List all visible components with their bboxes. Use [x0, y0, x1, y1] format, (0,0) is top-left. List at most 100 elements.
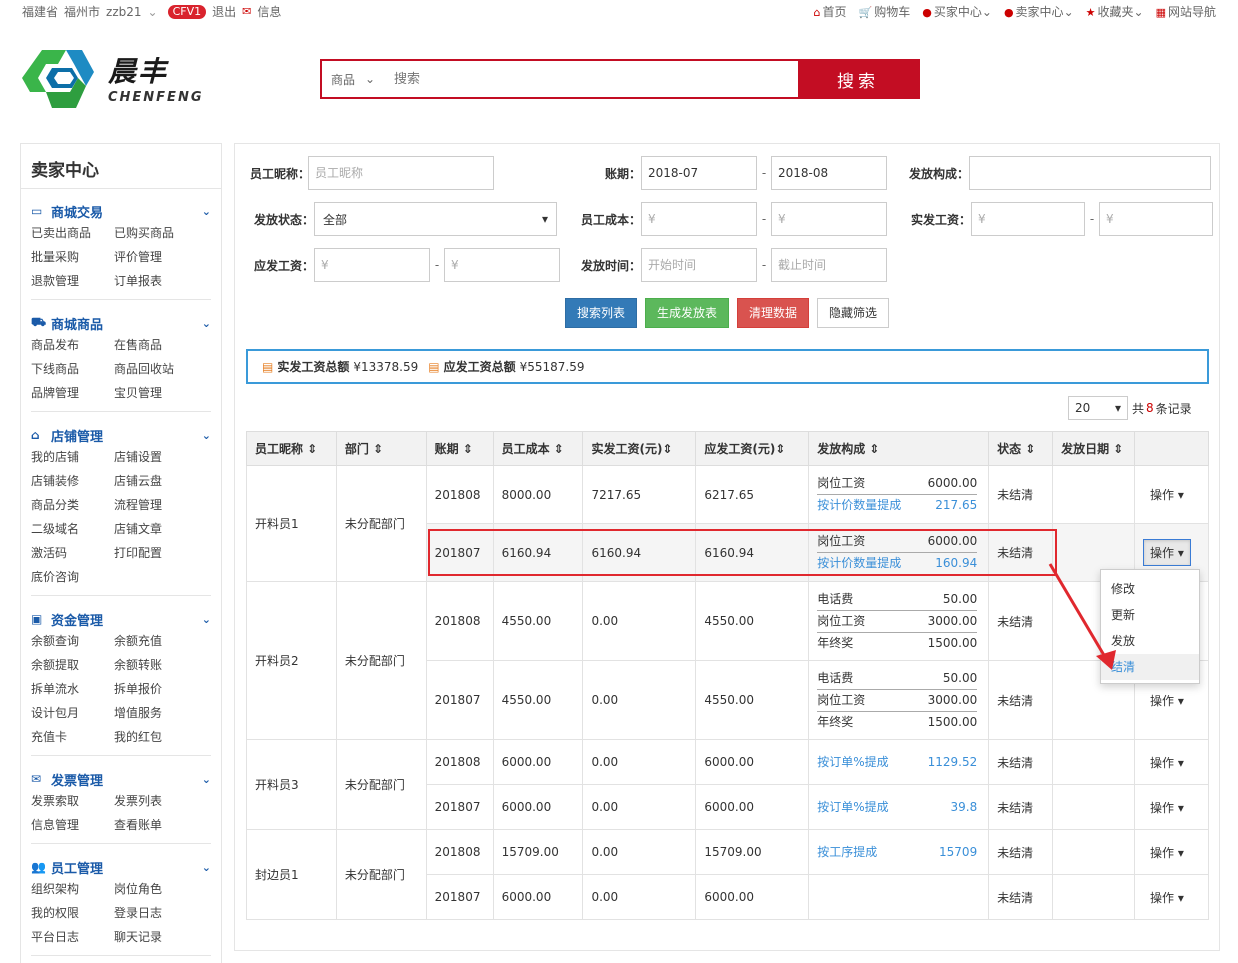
sidebar-item[interactable]: 宝贝管理: [114, 381, 197, 405]
sidebar-item[interactable]: 打印配置: [114, 541, 197, 565]
sort-icon: ⇕: [1025, 442, 1036, 456]
top-link-favorites[interactable]: ★ 收藏夹⌄: [1086, 3, 1144, 20]
col-header-actual[interactable]: 实发工资(元)⇕: [582, 431, 697, 466]
period-from-input[interactable]: [641, 156, 757, 190]
cost-min-input[interactable]: [641, 202, 757, 236]
col-header-dept[interactable]: 部门 ⇕: [335, 431, 427, 466]
col-header-payable[interactable]: 应发工资(元)⇕: [695, 431, 810, 466]
top-link-home[interactable]: ⌂ 首页: [814, 3, 847, 20]
action-button[interactable]: 操作 ▾: [1143, 481, 1191, 508]
province[interactable]: 福建省: [22, 3, 58, 20]
action-button[interactable]: 操作 ▾: [1143, 794, 1191, 821]
sidebar-item[interactable]: 商品分类: [31, 493, 114, 517]
sidebar-item[interactable]: 拆单报价: [114, 677, 197, 701]
action-button[interactable]: 操作 ▾: [1143, 839, 1191, 866]
sidebar-item[interactable]: 充值卡: [31, 725, 114, 749]
sidebar-group-header[interactable]: ⛟ 商城商品 ⌄: [31, 313, 211, 333]
sidebar-item[interactable]: 店铺云盘: [114, 469, 197, 493]
sidebar-item[interactable]: 余额转账: [114, 653, 197, 677]
message-link[interactable]: 信息: [257, 3, 281, 20]
col-header-date[interactable]: 发放日期 ⇕: [1052, 431, 1135, 466]
sidebar-item[interactable]: 登录日志: [114, 901, 197, 925]
col-header-period[interactable]: 账期 ⇕: [425, 431, 494, 466]
sidebar-item[interactable]: 下线商品: [31, 357, 114, 381]
top-link-sitemap[interactable]: ▦ 网站导航: [1156, 3, 1216, 20]
search-list-button[interactable]: 搜索列表: [565, 298, 638, 328]
sidebar-item[interactable]: 店铺设置: [114, 445, 197, 469]
sidebar-item[interactable]: 订单报表: [114, 269, 197, 293]
actual-min-input[interactable]: [971, 202, 1085, 236]
sidebar-item[interactable]: 已购买商品: [114, 221, 197, 245]
chevron-down-icon[interactable]: ⌄: [148, 5, 158, 19]
sidebar-item[interactable]: 余额提取: [31, 653, 114, 677]
search-type-select[interactable]: 商品 ⌄: [322, 61, 394, 97]
sidebar-item[interactable]: 信息管理: [31, 813, 114, 837]
sidebar-item[interactable]: 批量采购: [31, 245, 114, 269]
sidebar-item[interactable]: 查看账单: [114, 813, 197, 837]
sidebar-item[interactable]: 发票索取: [31, 789, 114, 813]
clear-data-button[interactable]: 清理数据: [737, 298, 810, 328]
sidebar-group-header[interactable]: ✉ 发票管理 ⌄: [31, 769, 211, 789]
sidebar-item[interactable]: 增值服务: [114, 701, 197, 725]
username[interactable]: zzb21: [106, 5, 141, 19]
time-from-input[interactable]: [641, 248, 757, 282]
sidebar-group-header[interactable]: ▭ 商城交易 ⌄: [31, 201, 211, 221]
nickname-input[interactable]: [308, 156, 494, 190]
actual-max-input[interactable]: [1099, 202, 1213, 236]
sidebar-item[interactable]: 平台日志: [31, 925, 114, 949]
sidebar-item[interactable]: 发票列表: [114, 789, 197, 813]
sidebar-item[interactable]: 已卖出商品: [31, 221, 114, 245]
top-link-cart[interactable]: 🛒 购物车: [859, 3, 911, 20]
sidebar-item[interactable]: 二级域名: [31, 517, 114, 541]
composition-input[interactable]: [969, 156, 1211, 190]
sidebar-item[interactable]: 退款管理: [31, 269, 114, 293]
sidebar-item[interactable]: 余额查询: [31, 629, 114, 653]
generate-button[interactable]: 生成发放表: [645, 298, 730, 328]
action-button[interactable]: 操作 ▾: [1143, 884, 1191, 911]
col-header-cost[interactable]: 员工成本 ⇕: [492, 431, 584, 466]
top-link-seller[interactable]: ● 卖家中心⌄: [1004, 3, 1074, 20]
hide-filter-button[interactable]: 隐藏筛选: [817, 298, 890, 328]
search-button[interactable]: 搜索: [798, 61, 918, 97]
action-button[interactable]: 操作 ▾: [1143, 539, 1191, 566]
sidebar-item[interactable]: 底价咨询: [31, 565, 114, 589]
logo[interactable]: 晨丰 CHENFENG: [22, 42, 222, 116]
sidebar-item[interactable]: 商品回收站: [114, 357, 197, 381]
period-to-input[interactable]: [771, 156, 887, 190]
page-size-select[interactable]: 20 ▾: [1068, 396, 1128, 420]
sidebar-item[interactable]: 激活码: [31, 541, 114, 565]
sidebar-item[interactable]: 品牌管理: [31, 381, 114, 405]
sidebar-item[interactable]: 设计包月: [31, 701, 114, 725]
sidebar-item[interactable]: 在售商品: [114, 333, 197, 357]
col-header-nickname[interactable]: 员工昵称 ⇕: [246, 431, 337, 466]
logout-link[interactable]: 退出: [212, 3, 236, 20]
sidebar-item[interactable]: 组织架构: [31, 877, 114, 901]
search-input[interactable]: [394, 61, 798, 97]
sidebar-item[interactable]: 余额充值: [114, 629, 197, 653]
payable-max-input[interactable]: [444, 248, 560, 282]
col-header-composition[interactable]: 发放构成 ⇕: [808, 431, 990, 466]
sidebar-item[interactable]: 我的权限: [31, 901, 114, 925]
sidebar-group-header[interactable]: ▣ 资金管理 ⌄: [31, 609, 211, 629]
sidebar-item[interactable]: 店铺装修: [31, 469, 114, 493]
col-header-status[interactable]: 状态 ⇕: [988, 431, 1054, 466]
time-to-input[interactable]: [771, 248, 887, 282]
cost-max-input[interactable]: [771, 202, 887, 236]
sidebar-item[interactable]: 我的红包: [114, 725, 197, 749]
action-button[interactable]: 操作 ▾: [1143, 749, 1191, 776]
sidebar-item[interactable]: 拆单流水: [31, 677, 114, 701]
sidebar-item[interactable]: 聊天记录: [114, 925, 197, 949]
sidebar-item[interactable]: 店铺文章: [114, 517, 197, 541]
sidebar-item[interactable]: 评价管理: [114, 245, 197, 269]
status-select[interactable]: 全部 ▾: [314, 202, 557, 236]
city[interactable]: 福州市: [64, 3, 100, 20]
sidebar-group-header[interactable]: 👥 员工管理 ⌄: [31, 857, 211, 877]
sidebar-item[interactable]: 岗位角色: [114, 877, 197, 901]
payable-min-input[interactable]: [314, 248, 430, 282]
action-button[interactable]: 操作 ▾: [1143, 687, 1191, 714]
sidebar-group-header[interactable]: ⌂ 店铺管理 ⌄: [31, 425, 211, 445]
top-link-buyer[interactable]: ● 买家中心⌄: [922, 3, 992, 20]
sidebar-item[interactable]: 流程管理: [114, 493, 197, 517]
sidebar-item[interactable]: 商品发布: [31, 333, 114, 357]
sidebar-item[interactable]: 我的店铺: [31, 445, 114, 469]
